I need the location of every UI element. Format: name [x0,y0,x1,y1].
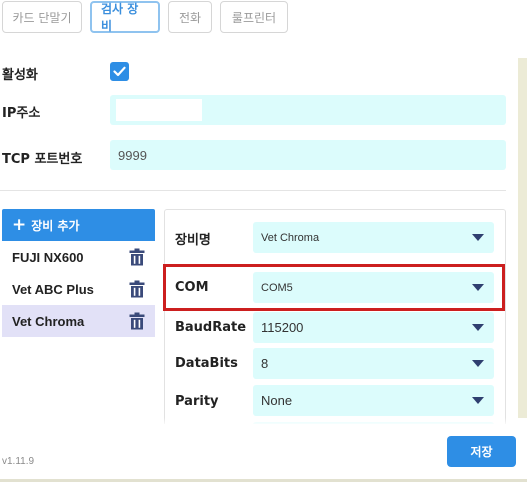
trash-icon[interactable] [129,280,145,298]
device-item-fuji-nx600[interactable]: FUJI NX600 [2,241,155,273]
ip-value [116,99,202,121]
add-device-label: 장비 추가 [31,218,80,233]
baudrate-label: BaudRate [175,320,247,335]
device-name: Vet Chroma [12,313,85,329]
trash-icon[interactable] [129,312,145,330]
tab-bar: 카드 단말기 검사 장비 전화 룰프린터 [2,1,288,33]
device-item-vet-abc-plus[interactable]: Vet ABC Plus [2,273,155,305]
device-name: FUJI NX600 [12,249,84,265]
chevron-down-icon [472,324,484,331]
device-detail-panel: 장비명 Vet Chroma COM COM5 BaudRate 115200 … [164,209,506,424]
scrollbar-track[interactable] [518,58,527,418]
databits-label: DataBits [175,356,238,371]
chevron-down-icon [472,360,484,367]
databits-value: 8 [261,356,269,371]
port-input[interactable]: 9999 [110,140,506,170]
device-name: Vet ABC Plus [12,281,94,297]
device-item-vet-chroma[interactable]: Vet Chroma [2,305,155,337]
save-button[interactable]: 저장 [447,436,516,467]
port-label: TCP 포트번호 [2,152,83,167]
com-highlight-box [163,264,505,311]
check-icon [113,66,126,77]
device-name-value: Vet Chroma [261,231,320,244]
parity-value: None [261,393,293,408]
tab-test-equipment[interactable]: 검사 장비 [90,1,160,33]
tab-roll-printer[interactable]: 룰프린터 [220,1,288,33]
plus-icon: + [12,215,27,235]
activate-label: 활성화 [2,68,38,83]
parity-select[interactable]: None [253,385,494,416]
baudrate-value: 115200 [261,320,304,335]
tab-phone[interactable]: 전화 [168,1,212,33]
ip-input[interactable] [110,95,506,125]
add-device-button[interactable]: + 장비 추가 [2,209,155,241]
tab-card-terminal[interactable]: 카드 단말기 [2,1,82,33]
chevron-down-icon [472,234,484,241]
version-label: v1.11.9 [2,456,35,467]
section-divider [0,190,506,191]
chevron-down-icon [472,397,484,404]
activate-checkbox[interactable] [110,62,129,81]
device-name-label: 장비명 [175,233,211,248]
trash-icon[interactable] [129,248,145,266]
parity-label: Parity [175,394,219,409]
device-list: + 장비 추가 FUJI NX600 Vet ABC Plus Vet Chro… [2,209,155,337]
databits-select[interactable]: 8 [253,348,494,379]
device-name-select[interactable]: Vet Chroma [253,222,494,253]
port-value: 9999 [118,147,147,163]
baudrate-select[interactable]: 115200 [253,312,494,343]
ip-label: IP주소 [2,106,41,121]
